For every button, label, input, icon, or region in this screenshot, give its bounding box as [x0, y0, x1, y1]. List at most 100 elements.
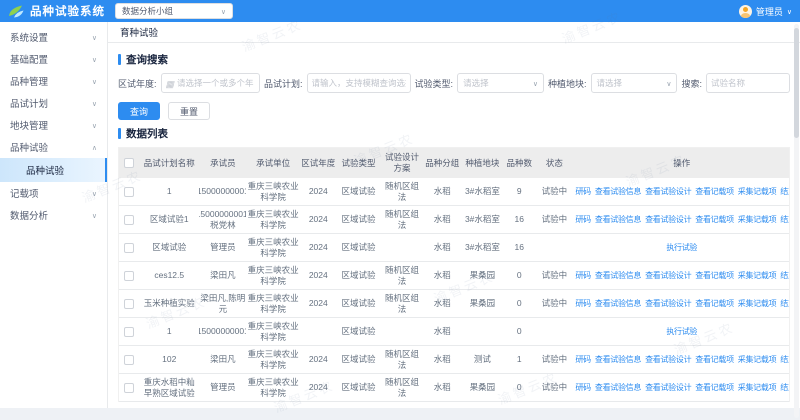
sidebar-item-system-settings[interactable]: 系统设置	[0, 26, 107, 48]
op-link[interactable]: 打印农研码	[575, 187, 591, 197]
op-link[interactable]: 查看试验信息	[595, 299, 641, 309]
op-link[interactable]: 采集记载项	[738, 187, 777, 197]
op-link[interactable]: 结束试验	[780, 299, 789, 309]
row-checkbox-cell	[119, 206, 139, 233]
header-checkbox-cell	[119, 148, 139, 178]
column-header: 品种数	[504, 148, 534, 178]
field-label-plan: 品试计划:	[264, 77, 303, 90]
op-link[interactable]: 查看试验设计	[645, 299, 691, 309]
op-link[interactable]: 查看记载项	[695, 187, 734, 197]
op-link[interactable]: 采集记载项	[738, 355, 777, 365]
op-link[interactable]: 查看试验信息	[595, 383, 641, 393]
table-cell: 试验中	[534, 346, 574, 373]
op-link[interactable]: 查看试验设计	[645, 271, 691, 281]
scrollbar[interactable]	[794, 24, 799, 418]
op-link[interactable]: 采集记载项	[738, 215, 777, 225]
op-link[interactable]: 采集记载项	[738, 271, 777, 281]
table-cell: 水稻	[424, 262, 461, 289]
op-link[interactable]: 查看记载项	[695, 215, 734, 225]
row-checkbox[interactable]	[124, 327, 134, 337]
table-cell: 1	[139, 318, 199, 345]
row-checkbox[interactable]	[124, 299, 134, 309]
table-cell: 3#水稻室	[461, 206, 505, 233]
row-operations: 打印农研码查看试验信息查看试验设计查看记载项采集记载项结束试验	[575, 374, 789, 401]
table-row: 115000000001重庆三峡农业科学院2024区域试验随机区组法水稻3#水稻…	[119, 178, 789, 206]
table-cell: 区域试验	[337, 346, 381, 373]
op-link[interactable]: 结束试验	[780, 187, 789, 197]
year-date-picker[interactable]	[161, 73, 261, 93]
op-link[interactable]: 查看记载项	[695, 299, 734, 309]
row-checkbox[interactable]	[124, 215, 134, 225]
row-checkbox[interactable]	[124, 383, 134, 393]
op-link[interactable]: 查看记载项	[695, 355, 734, 365]
sidebar-subitem-variety-test[interactable]: 品种试验	[0, 158, 107, 182]
sidebar-item-label: 品种管理	[10, 74, 48, 88]
row-checkbox[interactable]	[124, 243, 134, 253]
op-link[interactable]: 结束试验	[780, 383, 789, 393]
op-link[interactable]: 查看试验设计	[645, 355, 691, 365]
op-link[interactable]: 打印农研码	[575, 271, 591, 281]
op-link[interactable]: 查看试验信息	[595, 187, 641, 197]
table-cell: 随机区组法	[380, 178, 424, 205]
search-input[interactable]	[706, 73, 790, 93]
op-link[interactable]: 结束试验	[780, 215, 789, 225]
table-cell: 管理员	[199, 374, 246, 401]
op-link[interactable]: 执行试验	[666, 327, 697, 337]
table-cell: 重庆三峡农业科学院	[246, 262, 300, 289]
pagination: 首页 < 1 > 末页 共1页 共16条记录 GO 每页显示 204060801…	[118, 406, 790, 408]
chevron-down-icon	[787, 6, 792, 16]
op-link[interactable]: 查看试验设计	[645, 383, 691, 393]
op-link[interactable]: 查看试验信息	[595, 215, 641, 225]
op-link[interactable]: 执行试验	[666, 243, 697, 253]
reset-button[interactable]: 重置	[168, 102, 210, 120]
table-cell: 重庆三峡农业科学院	[246, 374, 300, 401]
select-all-checkbox[interactable]	[124, 158, 134, 168]
op-link[interactable]: 打印农研码	[575, 383, 591, 393]
row-operations: 打印农研码查看试验信息查看试验设计查看记载项采集记载项结束试验	[575, 346, 789, 373]
field-label-test-type: 试验类型:	[415, 77, 454, 90]
bottom-strip	[0, 408, 800, 420]
table-cell	[380, 318, 424, 345]
plan-input[interactable]	[307, 73, 411, 93]
query-button[interactable]: 查询	[118, 102, 160, 120]
table-cell: 区域试验	[337, 318, 381, 345]
sidebar-item-basic-config[interactable]: 基础配置	[0, 48, 107, 70]
sidebar-item-variety-management[interactable]: 品种管理	[0, 70, 107, 92]
sidebar-item-trial-plan[interactable]: 品试计划	[0, 92, 107, 114]
table-row: 102梁田凡重庆三峡农业科学院2024区域试验随机区组法水稻测试1试验中打印农研…	[119, 346, 789, 374]
user-menu[interactable]: 管理员	[739, 5, 792, 18]
test-type-select[interactable]: 请选择	[457, 73, 544, 93]
op-link[interactable]: 结束试验	[780, 355, 789, 365]
sidebar-item-plot-management[interactable]: 地块管理	[0, 114, 107, 136]
plot-select[interactable]: 请选择	[591, 73, 678, 93]
table-cell: 9	[504, 178, 534, 205]
scrollbar-thumb[interactable]	[794, 28, 799, 138]
column-header: 试验类型	[337, 148, 381, 178]
op-link[interactable]: 采集记载项	[738, 299, 777, 309]
op-link[interactable]: 打印农研码	[575, 299, 591, 309]
op-link[interactable]: 打印农研码	[575, 215, 591, 225]
sidebar-item-variety-test[interactable]: 品种试验	[0, 136, 107, 158]
chevron-down-icon	[221, 6, 226, 16]
sidebar-item-record-items[interactable]: 记载项	[0, 182, 107, 204]
tab-breeding-test[interactable]: 育种试验	[120, 25, 158, 39]
row-checkbox[interactable]	[124, 187, 134, 197]
sidebar-item-label: 地块管理	[10, 118, 48, 132]
op-link[interactable]: 查看试验信息	[595, 271, 641, 281]
row-checkbox[interactable]	[124, 355, 134, 365]
op-link[interactable]: 查看试验设计	[645, 215, 691, 225]
op-link[interactable]: 采集记载项	[738, 383, 777, 393]
op-link[interactable]: 查看记载项	[695, 383, 734, 393]
row-checkbox-cell	[119, 374, 139, 401]
column-header: 承试员	[199, 148, 246, 178]
table-cell: 随机区组法	[380, 346, 424, 373]
year-input[interactable]	[177, 78, 255, 88]
op-link[interactable]: 打印农研码	[575, 355, 591, 365]
op-link[interactable]: 查看试验信息	[595, 355, 641, 365]
op-link[interactable]: 查看试验设计	[645, 187, 691, 197]
row-checkbox[interactable]	[124, 271, 134, 281]
org-group-select[interactable]: 数据分析小组	[115, 3, 233, 19]
sidebar-item-data-analysis[interactable]: 数据分析	[0, 204, 107, 226]
op-link[interactable]: 查看记载项	[695, 271, 734, 281]
op-link[interactable]: 结束试验	[780, 271, 789, 281]
